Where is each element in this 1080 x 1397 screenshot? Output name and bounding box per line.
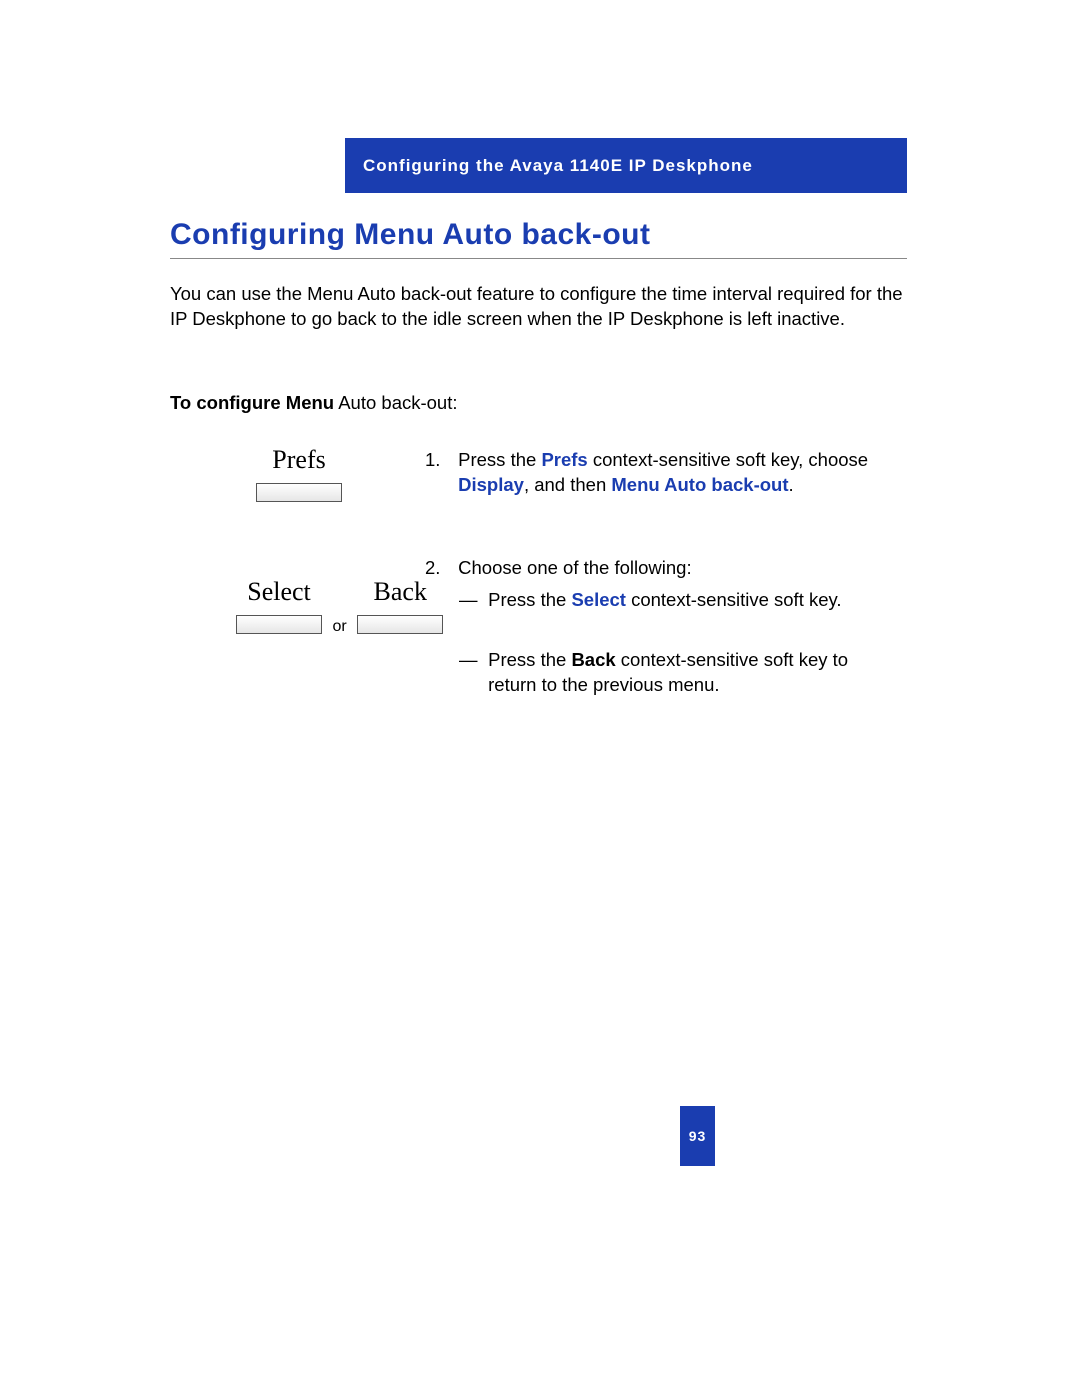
softkey-prefs-button[interactable] — [256, 483, 342, 502]
softkey-back-button[interactable] — [357, 615, 443, 634]
dash-icon: — — [459, 648, 483, 673]
keyword-display: Display — [458, 474, 524, 495]
softkey-select-back-group: Select or Back — [236, 577, 443, 637]
configure-label: To configure Menu Auto back-out: — [170, 392, 458, 414]
step-2b: — Press the Back context-sensitive soft … — [459, 648, 888, 698]
step-1-body: Press the Prefs context-sensitive soft k… — [458, 448, 898, 498]
softkey-select-label: Select — [236, 577, 322, 607]
configure-label-bold: To configure Menu — [170, 392, 334, 413]
page-number: 93 — [689, 1128, 707, 1144]
softkey-prefs-group: Prefs — [256, 445, 342, 505]
chapter-header: Configuring the Avaya 1140E IP Deskphone — [345, 138, 907, 193]
softkey-back-label: Back — [357, 577, 443, 607]
chapter-title: Configuring the Avaya 1140E IP Deskphone — [363, 156, 753, 176]
softkey-back-group: Back — [357, 577, 443, 637]
or-label: or — [333, 618, 347, 636]
intro-paragraph: You can use the Menu Auto back-out featu… — [170, 282, 907, 332]
step-2b-body: Press the Back context-sensitive soft ke… — [488, 648, 888, 698]
softkey-select-group: Select — [236, 577, 322, 637]
dash-icon: — — [459, 588, 483, 613]
step-1: 1. Press the Prefs context-sensitive sof… — [425, 448, 898, 498]
step-2a: — Press the Select context-sensitive sof… — [459, 588, 888, 613]
step-2-number: 2. — [425, 556, 453, 581]
step-2a-body: Press the Select context-sensitive soft … — [488, 588, 888, 613]
step-2-intro: Choose one of the following: — [458, 556, 898, 581]
keyword-back: Back — [571, 649, 615, 670]
step-1-number: 1. — [425, 448, 453, 473]
configure-label-rest: Auto back-out: — [334, 392, 457, 413]
softkey-prefs-label: Prefs — [256, 445, 342, 475]
step-2: 2. Choose one of the following: — [425, 556, 898, 581]
keyword-prefs: Prefs — [541, 449, 587, 470]
page-number-box: 93 — [680, 1106, 715, 1166]
keyword-select: Select — [571, 589, 626, 610]
section-title: Configuring Menu Auto back-out — [170, 218, 907, 259]
keyword-menu-auto-backout: Menu Auto back-out — [611, 474, 788, 495]
softkey-select-button[interactable] — [236, 615, 322, 634]
